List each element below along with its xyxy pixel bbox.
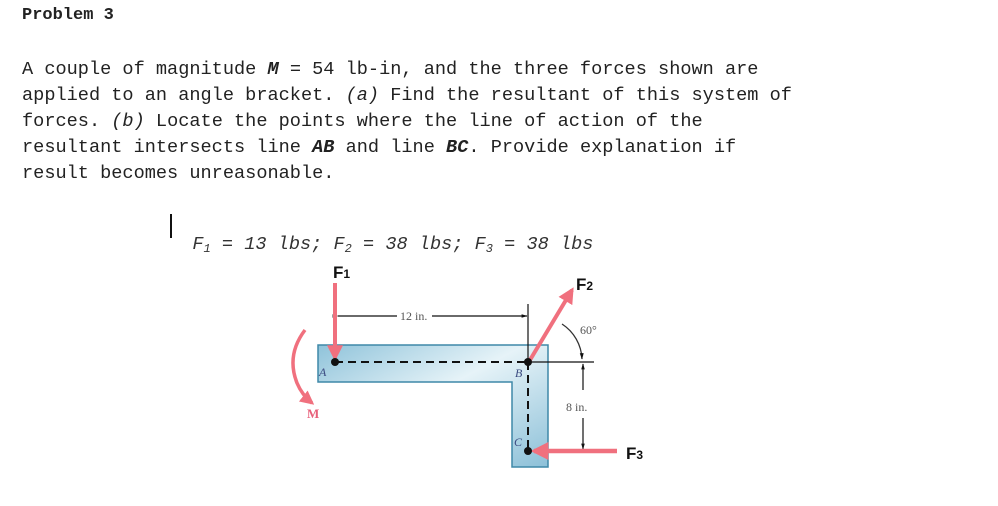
dim-label-12in: 12 in. [400, 309, 427, 323]
point-b-label: B [515, 366, 523, 380]
force-f3-label: F3 [626, 444, 643, 463]
point-c-label: C [514, 435, 523, 449]
force-f1-label: F1 [333, 263, 350, 282]
moment-arrow [291, 328, 315, 405]
point-a-label: A [318, 365, 327, 379]
moment-label: M [307, 406, 319, 421]
angle-label: 60° [580, 323, 597, 337]
dim-label-8in: 8 in. [566, 400, 587, 414]
force-f2-label: F2 [576, 275, 593, 294]
point-c-dot [524, 447, 532, 455]
angle-arc-60 [561, 323, 584, 360]
force-f2-arrow [528, 287, 574, 362]
point-b-dot [524, 358, 532, 366]
point-a-dot [331, 358, 339, 366]
bracket-diagram: 12 in. 8 in. 60° F1 F2 F3 M A B C [291, 263, 643, 468]
